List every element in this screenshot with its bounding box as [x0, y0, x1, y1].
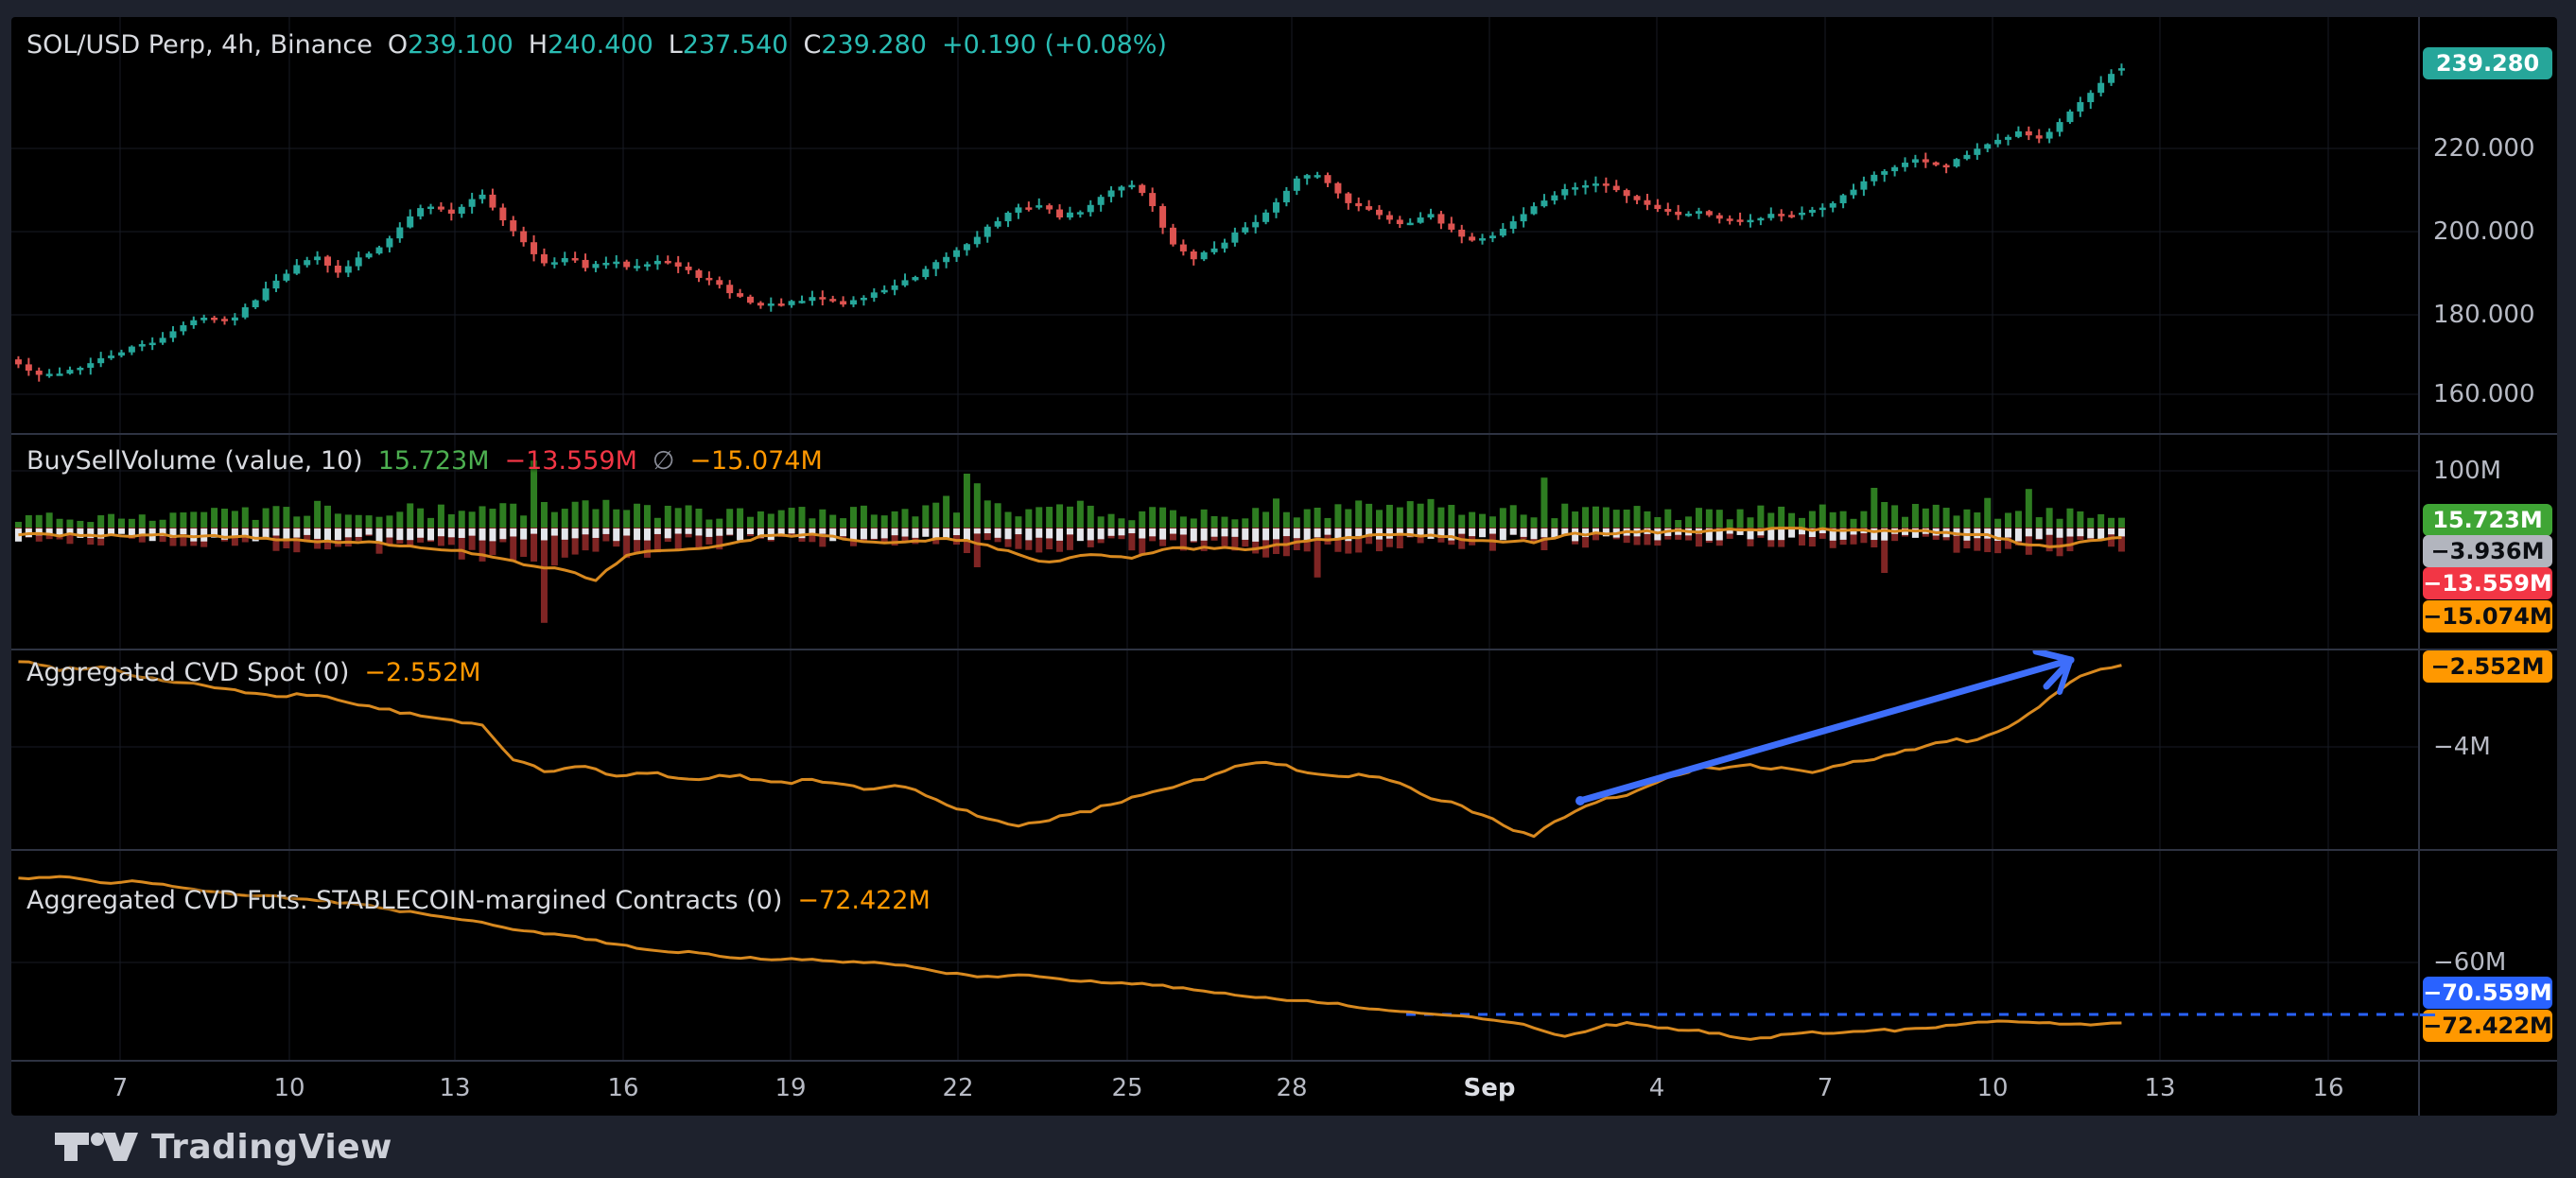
price-legend: SOL/USD Perp, 4h, Binance O239.100 H240.4…	[26, 30, 1167, 60]
price-axis-label: 200.000	[2433, 217, 2535, 246]
price-axis-label: 160.000	[2433, 380, 2535, 408]
cvd-spot-label: Aggregated CVD Spot (0)	[26, 658, 349, 687]
cvd-futs-value-badge: −70.559M	[2423, 977, 2552, 1009]
volume-legend: BuySellVolume (value, 10) 15.723M −13.55…	[26, 446, 823, 476]
ohlc-item: H240.400	[529, 30, 653, 60]
ohlc-item: O239.100	[388, 30, 513, 60]
sell-volume-value: −13.559M	[505, 446, 637, 476]
cvd-spot-legend: Aggregated CVD Spot (0) −2.552M	[26, 658, 481, 687]
empty-set-icon: ∅	[653, 446, 675, 476]
cvd-spot-line	[18, 662, 2121, 837]
tradingview-logo-text: TradingView	[151, 1128, 392, 1167]
avg-volume-value: −15.074M	[689, 446, 822, 476]
tradingview-logo-icon	[55, 1128, 138, 1166]
cvd-futs-legend: Aggregated CVD Futs. STABLECOIN-margined…	[26, 886, 931, 915]
time-tick-label: 4	[1649, 1074, 1665, 1102]
cvd-futs-value-badge: −72.422M	[2423, 1010, 2552, 1042]
time-tick-label: 13	[2144, 1074, 2175, 1102]
volume-value-badge: 15.723M	[2423, 504, 2552, 536]
ohlc-item: C239.280	[803, 30, 927, 60]
time-tick-label: 10	[273, 1074, 305, 1102]
time-tick-label: 22	[942, 1074, 973, 1102]
pane-separator[interactable]	[11, 433, 2557, 435]
price-change: +0.190 (+0.08%)	[942, 30, 1167, 60]
volume-value-badge: −15.074M	[2423, 600, 2552, 632]
cvd-spot-value-badge: −2.552M	[2423, 650, 2552, 683]
last-price-badge: 239.280	[2423, 47, 2552, 79]
time-tick-label: 7	[1818, 1074, 1834, 1102]
cvd-futs-pane-canvas[interactable]	[11, 849, 2418, 1060]
volume-value-badge: −3.936M	[2423, 535, 2552, 567]
footer-bar: TradingView	[0, 1116, 2576, 1178]
time-tick-label: 28	[1276, 1074, 1307, 1102]
pane-separator[interactable]	[11, 649, 2557, 650]
time-tick-label: 10	[1976, 1074, 2008, 1102]
tradingview-logo[interactable]: TradingView	[55, 1128, 392, 1167]
price-scale[interactable]: 220.000 200.000 180.000 160.000 239.280 100M 1…	[2420, 17, 2557, 1060]
cvd-spot-value: −2.552M	[364, 658, 480, 687]
time-tick-label: 7	[113, 1074, 129, 1102]
level-line-axis-dash	[2420, 1013, 2435, 1016]
price-axis-label: 180.000	[2433, 301, 2535, 329]
volume-indicator-label: BuySellVolume (value, 10)	[26, 446, 363, 476]
time-tick-label: 13	[439, 1074, 470, 1102]
tradingview-chart-page: SOL/USD Perp, 4h, Binance O239.100 H240.4…	[0, 0, 2576, 1178]
time-tick-label: 19	[775, 1074, 806, 1102]
time-tick-label: 16	[607, 1074, 638, 1102]
time-scale[interactable]: 7 10 13 16 19 22 25 28 Sep 4 7 10 13 16	[11, 1060, 2418, 1116]
ohlc-values: O239.100 H240.400 L237.540 C239.280	[388, 30, 927, 60]
candlestick-series	[15, 63, 2125, 381]
ohlc-item: L237.540	[669, 30, 789, 60]
cvd-futs-value: −72.422M	[797, 886, 930, 915]
price-axis-label: 220.000	[2433, 134, 2535, 163]
volume-value-badge: −13.559M	[2423, 567, 2552, 599]
cvd-futs-label: Aggregated CVD Futs. STABLECOIN-margined…	[26, 886, 782, 915]
symbol-title: SOL/USD Perp, 4h, Binance	[26, 30, 373, 60]
chart-area: SOL/USD Perp, 4h, Binance O239.100 H240.4…	[11, 17, 2557, 1116]
time-tick-label: 16	[2312, 1074, 2343, 1102]
cvd-spot-axis-label: −4M	[2433, 733, 2491, 761]
buy-volume-value: 15.723M	[378, 446, 490, 476]
volume-axis-label: 100M	[2433, 457, 2501, 485]
time-tick-label: Sep	[1464, 1074, 1516, 1102]
cvd-futs-axis-label: −60M	[2433, 948, 2506, 977]
trend-arrow[interactable]	[1575, 651, 2071, 806]
price-pane-canvas[interactable]	[11, 17, 2418, 433]
time-tick-label: 25	[1111, 1074, 1142, 1102]
pane-separator[interactable]	[11, 849, 2557, 851]
